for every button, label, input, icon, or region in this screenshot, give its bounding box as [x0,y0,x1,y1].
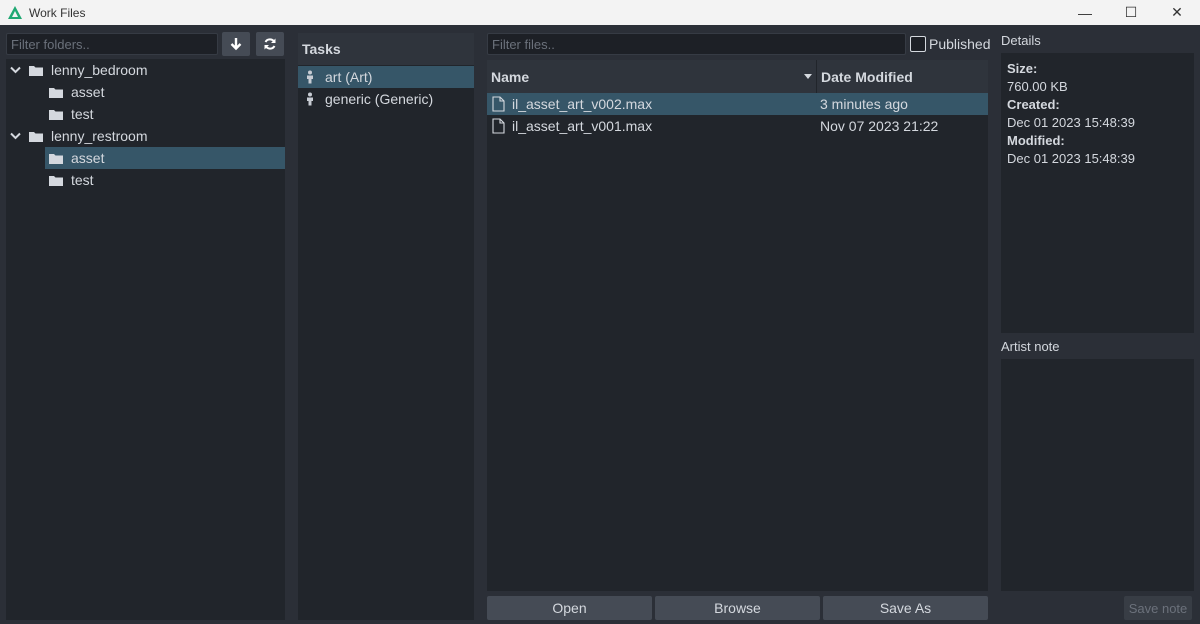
file-icon [492,118,505,134]
size-value: 760.00 KB [1007,79,1068,94]
details-header: Details [1001,33,1041,48]
open-button-label: Open [552,600,587,616]
folder-download-button[interactable] [222,32,250,56]
task-item-label: art (Art) [325,69,373,85]
tasks-header-label: Tasks [302,41,341,57]
folder-filter-input[interactable] [6,33,218,55]
person-icon [307,70,313,84]
file-name: il_asset_art_v001.max [512,118,653,134]
column-header-name-label: Name [491,68,530,85]
browse-button-label: Browse [714,600,761,616]
task-item-art[interactable]: art (Art) [298,66,474,88]
close-button[interactable]: ✕ [1154,0,1200,25]
artist-note-header: Artist note [1001,339,1060,354]
tree-item-label: asset [71,150,105,166]
file-row[interactable]: il_asset_art_v002.max 3 minutes ago [487,93,988,115]
browse-button[interactable]: Browse [655,596,820,620]
details-panel [1001,53,1194,333]
created-label: Created: [1007,97,1060,112]
file-date: Nov 07 2023 21:22 [820,118,939,134]
open-button[interactable]: Open [487,596,652,620]
maximize-button[interactable]: ☐ [1108,0,1154,25]
refresh-icon [264,38,276,50]
modified-label: Modified: [1007,133,1065,148]
title-bar: Work Files — ☐ ✕ [0,0,1200,25]
save-as-button-label: Save As [879,600,932,616]
tasks-panel [298,33,474,620]
created-value: Dec 01 2023 15:48:39 [1007,115,1135,130]
save-note-button[interactable]: Save note [1124,596,1192,620]
column-header-date[interactable]: Date Modified [817,60,988,93]
app-logo-icon [8,5,22,19]
file-row[interactable]: il_asset_art_v001.max Nov 07 2023 21:22 [487,115,988,137]
tree-item-lenny-restroom[interactable]: lenny_restroom [7,125,285,147]
folder-refresh-button[interactable] [256,32,284,56]
window-title: Work Files [29,5,86,20]
artist-note-textarea[interactable] [1001,359,1194,591]
maximize-icon: ☐ [1124,4,1138,20]
file-icon [492,96,505,112]
folder-icon [29,131,43,142]
folder-icon [49,175,63,186]
tree-item-label: test [71,106,94,122]
folder-icon [29,65,43,76]
tree-item-label: lenny_restroom [51,128,148,144]
tree-item-label: lenny_bedroom [51,62,148,78]
folder-icon [49,87,63,98]
save-as-button[interactable]: Save As [823,596,988,620]
tree-item-asset[interactable]: asset [45,81,285,103]
tasks-header: Tasks [298,33,474,65]
sort-down-icon [804,74,812,79]
folder-icon [49,153,63,164]
save-note-button-label: Save note [1128,600,1188,616]
file-name: il_asset_art_v002.max [512,96,653,112]
tree-item-label: asset [71,84,105,100]
modified-value: Dec 01 2023 15:48:39 [1007,151,1135,166]
file-filter-input[interactable] [487,33,906,55]
minimize-button[interactable]: — [1062,0,1108,25]
folder-icon [49,109,63,120]
arrow-down-icon [230,38,242,51]
chevron-down-icon[interactable] [7,132,23,140]
tree-item-label: test [71,172,94,188]
tree-item-test[interactable]: test [45,169,285,191]
column-header-date-label: Date Modified [821,68,913,85]
file-list [487,60,988,591]
person-icon [307,92,313,106]
task-item-generic[interactable]: generic (Generic) [298,88,474,110]
tree-item-asset-selected[interactable]: asset [45,147,285,169]
minimize-icon: — [1078,4,1092,21]
tree-item-test[interactable]: test [45,103,285,125]
tree-item-lenny-bedroom[interactable]: lenny_bedroom [7,59,285,81]
published-checkbox[interactable] [910,36,926,52]
published-label: Published [929,36,991,52]
close-icon: ✕ [1171,4,1183,20]
chevron-down-icon[interactable] [7,66,23,74]
column-header-name[interactable]: Name [487,60,816,93]
task-item-label: generic (Generic) [325,91,434,107]
file-date: 3 minutes ago [820,96,908,112]
size-label: Size: [1007,61,1038,76]
